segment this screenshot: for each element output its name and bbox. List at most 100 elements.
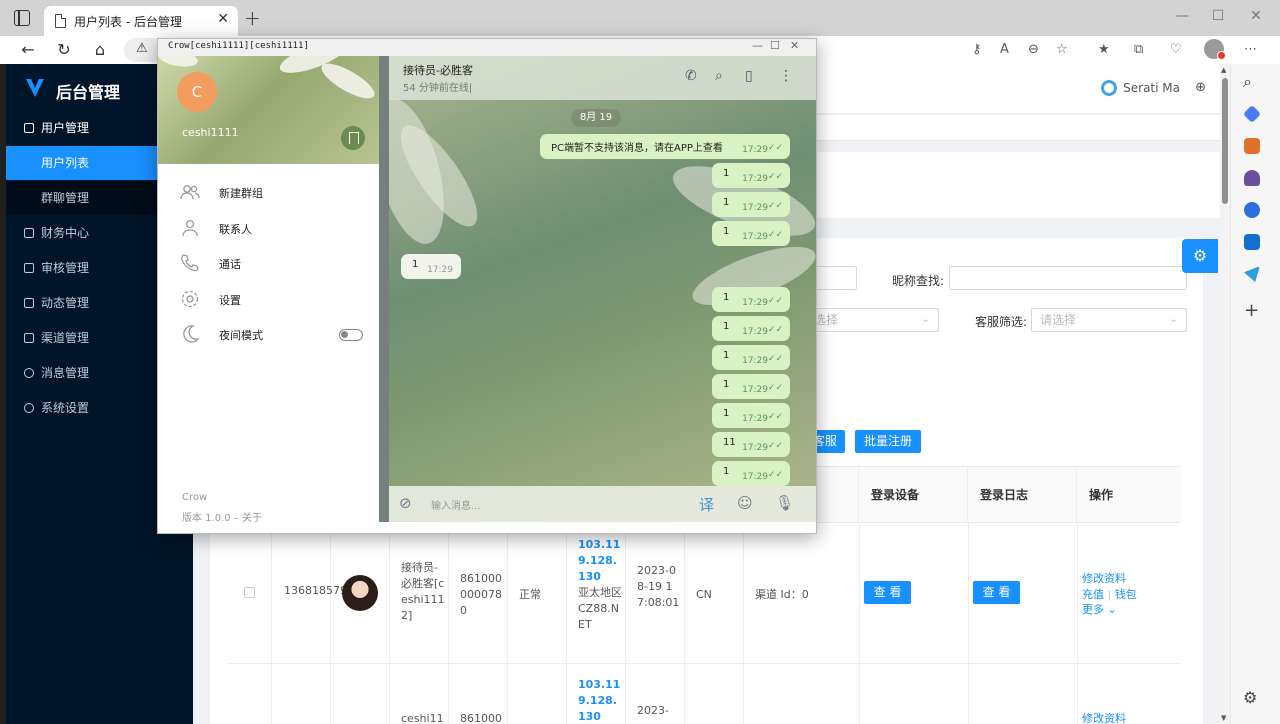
drawer-item-night-mode[interactable]: 夜间模式 [158,319,379,349]
back-icon[interactable]: ← [16,38,40,62]
drawer-item-new-group[interactable]: 新建群组 [158,177,379,207]
outgoing-message-bubble[interactable]: PC端暂不支持该消息，请在APP上查看 17:29 ✓✓ [540,134,790,159]
drawer-item-label: 夜间模式 [219,329,263,342]
filter-select-partial[interactable]: 选择 ⌄ [805,308,939,332]
new-tab-button[interactable]: + [244,6,261,30]
outgoing-message-bubble[interactable]: 1 17:29 ✓✓ [712,221,790,246]
message-text: 1 [723,350,730,361]
window-minimize-button[interactable]: — [1162,8,1202,24]
emoji-icon[interactable]: ☺ [737,494,753,512]
search-icon[interactable]: ⌕ [1243,72,1252,92]
chat-peer-name[interactable]: 接待员-必胜客 [403,62,473,78]
games-icon[interactable] [1244,170,1260,186]
outgoing-message-bubble[interactable]: 1 17:29 ✓✓ [712,287,790,312]
chat-window-titlebar[interactable]: Crow[ceshi1111][ceshi1111] — ☐ ✕ [158,39,816,56]
more-actions-link[interactable]: 更多 ⌄ [1082,602,1117,618]
sidebar-toggle-icon[interactable]: ▯ [745,68,753,84]
chat-client-window: Crow[ceshi1111][ceshi1111] — ☐ ✕ C ceshi… [157,38,817,534]
search-icon[interactable]: ⌕ [715,68,723,84]
page-scrollbar[interactable]: ▲ ▼ [1220,64,1230,724]
chat-window-maximize-button[interactable]: ☐ [770,39,780,52]
zoom-icon[interactable]: ⊖ [1028,42,1039,57]
night-mode-toggle[interactable] [339,329,363,341]
cell-phone: 861000 [460,712,502,724]
batch-register-button[interactable]: 批量注册 [855,430,921,453]
wallet-link[interactable]: 钱包 [1115,588,1137,601]
outgoing-message-bubble[interactable]: 1 17:29 ✓✓ [712,461,790,486]
outgoing-message-bubble[interactable]: 1 17:29 ✓✓ [712,192,790,217]
tools-briefcase-icon[interactable] [1244,138,1260,154]
app-version-about[interactable]: 版本 1.0.0 – 关于 [182,509,262,524]
read-check-icon: ✓✓ [767,412,783,422]
office-icon[interactable] [1244,202,1260,218]
not-secure-icon: ⚠ [136,41,148,56]
favorite-add-icon[interactable]: ☆ [1056,42,1068,57]
send-icon[interactable] [1244,266,1260,282]
more-vertical-icon[interactable]: ⋮ [779,68,793,84]
scroll-up-icon[interactable]: ▲ [1221,66,1226,74]
settings-icon [24,403,34,413]
key-icon[interactable]: ⚷ [972,42,982,57]
outgoing-message-bubble[interactable]: 1 17:29 ✓✓ [712,374,790,399]
performance-icon[interactable]: ♡ [1170,42,1182,57]
drawer-item-calls[interactable]: 通话 [158,248,379,278]
scroll-down-icon[interactable]: ▼ [1221,714,1226,722]
view-device-button[interactable]: 查 看 [864,581,911,604]
sidebar-item-label: 渠道管理 [41,331,90,345]
message-text: 1 [412,259,419,270]
call-icon[interactable]: ✆ [685,68,697,84]
outgoing-message-bubble[interactable]: 11 17:29 ✓✓ [712,432,790,457]
language-globe-icon[interactable]: ⊕ [1195,80,1206,95]
scrollbar-thumb[interactable] [1222,78,1228,204]
collections-icon[interactable]: ⧉ [1134,42,1143,57]
window-maximize-button[interactable]: ☐ [1198,8,1238,24]
tab-close-icon[interactable]: ✕ [217,11,229,27]
cell-channel: 渠道 Id：0 [755,588,809,601]
outgoing-message-bubble[interactable]: 1 17:29 ✓✓ [712,403,790,428]
outgoing-message-bubble[interactable]: 1 17:29 ✓✓ [712,345,790,370]
chat-window-close-button[interactable]: ✕ [790,39,799,52]
drawer-item-contacts[interactable]: 联系人 [158,213,379,243]
account-avatar[interactable]: C [177,72,217,112]
settings-fab-gear-icon[interactable]: ⚙ [1182,239,1218,273]
recharge-link[interactable]: 充值 [1082,588,1104,601]
refresh-icon[interactable]: ↻ [52,38,76,62]
translate-icon[interactable]: 译 [699,494,714,515]
saved-messages-bookmark-icon[interactable] [341,126,365,150]
outgoing-message-bubble[interactable]: 1 17:29 ✓✓ [712,163,790,188]
sidebar-item-label: 审核管理 [41,261,90,275]
profile-avatar[interactable] [1204,39,1226,60]
more-menu-icon[interactable]: ⋯ [1244,42,1257,57]
attach-paperclip-icon[interactable]: ⊘ [399,494,412,512]
nickname-search-input[interactable] [949,266,1187,290]
message-time: 17:29 [742,385,768,395]
microphone-icon[interactable]: 🎙 [775,494,794,512]
message-time: 17:29 [742,232,768,242]
row-checkbox[interactable] [244,587,255,598]
message-input[interactable]: 输入消息... [431,497,481,512]
favorites-icon[interactable]: ★ [1098,42,1110,57]
cell-time: 2023- [637,704,669,717]
sidebar-item-label: 用户管理 [41,121,90,135]
outgoing-message-bubble[interactable]: 1 17:29 ✓✓ [712,316,790,341]
edit-profile-link[interactable]: 修改资料 [1082,571,1126,587]
edit-profile-link[interactable]: 修改资料 [1082,711,1126,724]
view-log-button[interactable]: 查 看 [973,581,1020,604]
tab-actions-icon[interactable] [14,10,30,26]
message-time: 17:29 [742,298,768,308]
read-aloud-icon[interactable]: A [1000,42,1009,57]
window-close-button[interactable]: ✕ [1236,8,1276,24]
sidebar-settings-gear-icon[interactable]: ⚙ [1243,688,1257,707]
service-filter-select[interactable]: 请选择 ⌄ [1031,308,1187,332]
add-sidebar-app-icon[interactable]: + [1244,300,1259,321]
incoming-message-bubble[interactable]: 1 17:29 [401,254,461,279]
chat-window-minimize-button[interactable]: — [752,39,763,52]
drawer-dim-overlay[interactable] [379,56,389,522]
outlook-icon[interactable] [1244,234,1260,250]
home-icon[interactable]: ⌂ [88,38,112,62]
browser-tab-active[interactable]: 用户列表 - 后台管理 ✕ [44,6,238,36]
shopping-tag-icon[interactable] [1242,104,1262,124]
user-menu[interactable]: Serati Ma [1101,80,1180,96]
th-action: 操作 [1077,467,1181,523]
drawer-item-settings[interactable]: 设置 [158,284,379,314]
